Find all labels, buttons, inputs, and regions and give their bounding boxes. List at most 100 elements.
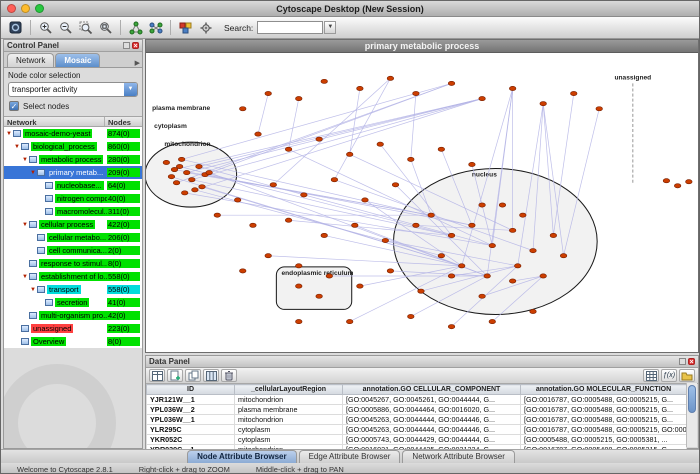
network-node[interactable] <box>674 184 681 188</box>
tree-row[interactable]: cell communica...2(0) <box>4 244 142 257</box>
column-header[interactable]: annotation.GO MOLECULAR_FUNCTION <box>521 385 687 395</box>
import-attributes-folder-icon[interactable] <box>679 369 695 382</box>
zoom-out-icon[interactable] <box>56 18 75 37</box>
network-node[interactable] <box>509 86 516 90</box>
app-icon[interactable] <box>6 18 25 37</box>
network-node[interactable] <box>530 249 537 253</box>
network-node[interactable] <box>346 152 353 156</box>
network-node[interactable] <box>520 213 527 217</box>
zoom-in-icon[interactable] <box>36 18 55 37</box>
table-cell[interactable]: [GO:0016787, GO:0005488, GO:0005215, G..… <box>521 395 687 405</box>
zoom-selected-region-icon[interactable] <box>76 18 95 37</box>
table-cell[interactable]: [GO:0016787, GO:0005488, GO:0005215, GO:… <box>521 425 687 435</box>
combo-chevron-down-icon[interactable]: ▼ <box>124 83 137 96</box>
table-row[interactable]: YJR121W__1mitochondrion[GO:0045267, GO:0… <box>147 395 687 405</box>
table-cell[interactable]: [GO:0045263, GO:0044444, GO:0044446, G..… <box>343 425 521 435</box>
tab-network-attribute-browser[interactable]: Network Attribute Browser <box>402 450 514 463</box>
network-view-title[interactable]: primary metabolic process <box>146 40 698 53</box>
network-node[interactable] <box>178 157 185 161</box>
table-cell[interactable]: YPL036W__2 <box>147 405 235 415</box>
tree-row[interactable]: response to stimul...8(0) <box>4 257 142 270</box>
attribute-columns-icon[interactable] <box>203 369 219 382</box>
network-node[interactable] <box>438 254 445 258</box>
column-header[interactable]: _cellularLayoutRegion <box>235 385 343 395</box>
expand-arrow-icon[interactable]: ▼ <box>29 170 37 176</box>
network-node[interactable] <box>199 185 206 189</box>
tab-network[interactable]: Network <box>7 53 54 67</box>
tree-header-nodes[interactable]: Nodes <box>105 117 142 126</box>
float-panel-icon[interactable] <box>123 42 130 49</box>
tree-row[interactable]: secretion41(0) <box>4 296 142 309</box>
network-node[interactable] <box>239 269 246 273</box>
tree-row[interactable]: Overview8(0) <box>4 335 142 348</box>
network-node[interactable] <box>183 170 190 174</box>
table-cell[interactable]: [GO:0016787, GO:0005488, GO:0005215, G..… <box>521 415 687 425</box>
preferences-icon[interactable] <box>196 18 215 37</box>
table-cell[interactable]: [GO:0045263, GO:0044444, GO:0044446, G..… <box>343 415 521 425</box>
tab-node-attribute-browser[interactable]: Node Attribute Browser <box>187 450 297 463</box>
tab-edge-attribute-browser[interactable]: Edge Attribute Browser <box>299 450 401 463</box>
table-row[interactable]: YLR295Ccytoplasm[GO:0045263, GO:0044444,… <box>147 425 687 435</box>
tree-row[interactable]: cellular metabo...206(0) <box>4 231 142 244</box>
search-options-chevron-icon[interactable]: ▼ <box>324 21 336 34</box>
network-node[interactable] <box>479 96 486 100</box>
network-node[interactable] <box>296 96 303 100</box>
network-node[interactable] <box>448 81 455 85</box>
network-node[interactable] <box>181 191 188 195</box>
tree-row[interactable]: ▼transport558(0) <box>4 283 142 296</box>
tree-row[interactable]: ▼metabolic process280(0) <box>4 153 142 166</box>
tree-row[interactable]: macromolecul...311(0) <box>4 205 142 218</box>
network-node[interactable] <box>192 188 199 192</box>
network-node[interactable] <box>479 294 486 298</box>
table-cell[interactable]: [GO:0045267, GO:0045261, GO:0044444, G..… <box>343 395 521 405</box>
expand-arrow-icon[interactable]: ▼ <box>29 287 37 293</box>
network-node[interactable] <box>316 137 323 141</box>
network-node[interactable] <box>530 309 537 313</box>
delete-attribute-trash-icon[interactable] <box>221 369 237 382</box>
network-node[interactable] <box>352 223 359 227</box>
network-node[interactable] <box>458 264 465 268</box>
network-node[interactable] <box>270 183 277 187</box>
network-node[interactable] <box>255 132 262 136</box>
table-cell[interactable]: mitochondrion <box>235 415 343 425</box>
close-panel-icon[interactable]: × <box>132 42 139 49</box>
network-node[interactable] <box>596 107 603 111</box>
formula-builder-icon[interactable]: ƒ(x) <box>661 369 677 382</box>
network-node[interactable] <box>509 228 516 232</box>
network-node[interactable] <box>550 233 557 237</box>
network-node[interactable] <box>408 314 415 318</box>
network-node[interactable] <box>168 175 175 179</box>
network-node[interactable] <box>163 160 170 164</box>
table-cell[interactable]: [GO:0005488, GO:0005215, GO:0005381, ... <box>521 435 687 445</box>
tree-row[interactable]: ▼establishment of lo...558(0) <box>4 270 142 283</box>
network-node[interactable] <box>408 157 415 161</box>
network-node[interactable] <box>301 193 308 197</box>
table-cell[interactable]: cytoplasm <box>235 425 343 435</box>
zoom-fit-icon[interactable] <box>96 18 115 37</box>
network-node[interactable] <box>484 274 491 278</box>
table-cell[interactable]: YPL036W__1 <box>147 415 235 425</box>
expand-arrow-icon[interactable]: ▼ <box>21 157 29 163</box>
table-cell[interactable]: YKR052C <box>147 435 235 445</box>
network-node[interactable] <box>321 79 328 83</box>
network-node[interactable] <box>321 233 328 237</box>
network-node[interactable] <box>362 198 369 202</box>
network-node[interactable] <box>469 162 476 166</box>
table-cell[interactable]: plasma membrane <box>235 405 343 415</box>
network-node[interactable] <box>387 76 394 80</box>
close-panel-icon[interactable]: × <box>688 358 695 365</box>
network-node[interactable] <box>326 274 333 278</box>
tree-row[interactable]: nucleobase...64(0) <box>4 179 142 192</box>
tree-row[interactable]: nitrogen compo...40(0) <box>4 192 142 205</box>
tree-row[interactable]: ▼biological_process860(0) <box>4 140 142 153</box>
network-node[interactable] <box>346 319 353 323</box>
tree-row[interactable]: multi-organism pro...42(0) <box>4 309 142 322</box>
network-node[interactable] <box>448 274 455 278</box>
vizmapper-icon[interactable] <box>176 18 195 37</box>
network-node[interactable] <box>428 213 435 217</box>
network-node[interactable] <box>540 274 547 278</box>
network-node[interactable] <box>265 254 272 258</box>
network-node[interactable] <box>489 319 496 323</box>
expand-arrow-icon[interactable]: ▼ <box>5 131 13 137</box>
search-input[interactable] <box>257 21 323 34</box>
